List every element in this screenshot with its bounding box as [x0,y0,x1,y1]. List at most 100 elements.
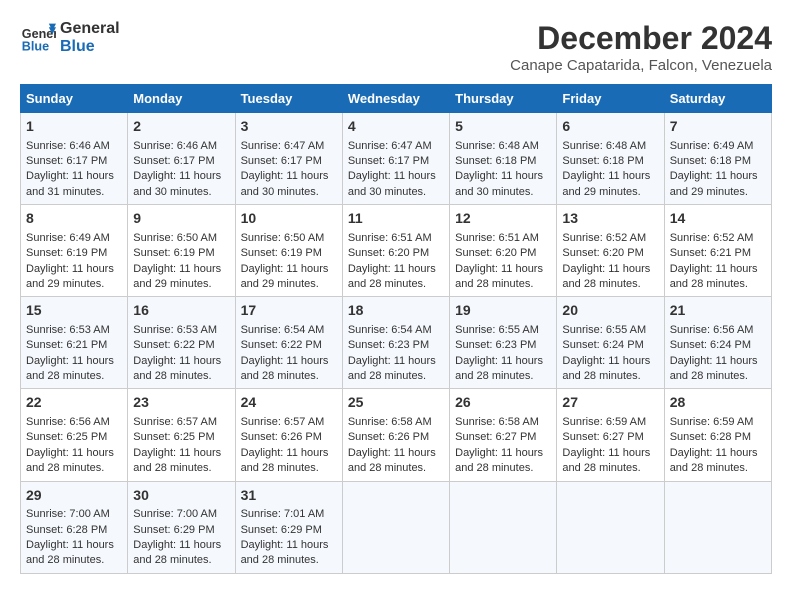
day-number: 23 [133,393,229,413]
daylight-label: Daylight: 11 hours [241,539,329,551]
day-number: 28 [670,393,766,413]
daylight-label: Daylight: 11 hours [348,170,436,182]
daylight-minutes: and 29 minutes. [562,186,640,198]
day-number: 13 [562,209,658,229]
daylight-minutes: and 30 minutes. [348,186,426,198]
sunrise-label: Sunrise: 6:53 AM [133,324,217,336]
calendar-table: Sunday Monday Tuesday Wednesday Thursday… [20,84,772,574]
daylight-label: Daylight: 11 hours [670,355,758,367]
sunset-label: Sunset: 6:20 PM [455,247,536,259]
day-number: 8 [26,209,122,229]
sunrise-label: Sunrise: 6:46 AM [26,140,110,152]
daylight-minutes: and 28 minutes. [562,370,640,382]
sunrise-label: Sunrise: 6:51 AM [348,232,432,244]
sunset-label: Sunset: 6:17 PM [133,155,214,167]
day-cell-8: 8Sunrise: 6:49 AMSunset: 6:19 PMDaylight… [21,205,128,297]
day-number: 9 [133,209,229,229]
sunset-label: Sunset: 6:25 PM [133,431,214,443]
daylight-minutes: and 29 minutes. [133,278,211,290]
sunrise-label: Sunrise: 6:58 AM [348,416,432,428]
sunset-label: Sunset: 6:18 PM [455,155,536,167]
sunrise-label: Sunrise: 6:59 AM [562,416,646,428]
daylight-minutes: and 29 minutes. [670,186,748,198]
sunrise-label: Sunrise: 6:52 AM [670,232,754,244]
day-number: 6 [562,117,658,137]
calendar-week-1: 1Sunrise: 6:46 AMSunset: 6:17 PMDaylight… [21,113,772,205]
day-cell-17: 17Sunrise: 6:54 AMSunset: 6:22 PMDayligh… [235,297,342,389]
day-cell-31: 31Sunrise: 7:01 AMSunset: 6:29 PMDayligh… [235,481,342,573]
day-cell-3: 3Sunrise: 6:47 AMSunset: 6:17 PMDaylight… [235,113,342,205]
day-number: 20 [562,301,658,321]
day-cell-18: 18Sunrise: 6:54 AMSunset: 6:23 PMDayligh… [342,297,449,389]
day-number: 10 [241,209,337,229]
empty-cell [342,481,449,573]
day-cell-15: 15Sunrise: 6:53 AMSunset: 6:21 PMDayligh… [21,297,128,389]
header-sunday: Sunday [21,85,128,113]
empty-cell [557,481,664,573]
sunset-label: Sunset: 6:18 PM [670,155,751,167]
day-cell-16: 16Sunrise: 6:53 AMSunset: 6:22 PMDayligh… [128,297,235,389]
sunset-label: Sunset: 6:21 PM [670,247,751,259]
daylight-minutes: and 28 minutes. [26,370,104,382]
daylight-label: Daylight: 11 hours [670,170,758,182]
sunrise-label: Sunrise: 6:57 AM [133,416,217,428]
day-cell-25: 25Sunrise: 6:58 AMSunset: 6:26 PMDayligh… [342,389,449,481]
day-number: 26 [455,393,551,413]
day-cell-20: 20Sunrise: 6:55 AMSunset: 6:24 PMDayligh… [557,297,664,389]
sunrise-label: Sunrise: 6:48 AM [455,140,539,152]
daylight-minutes: and 28 minutes. [455,370,533,382]
daylight-minutes: and 28 minutes. [133,554,211,566]
day-cell-23: 23Sunrise: 6:57 AMSunset: 6:25 PMDayligh… [128,389,235,481]
sunset-label: Sunset: 6:25 PM [26,431,107,443]
day-number: 29 [26,486,122,506]
page-subtitle: Canape Capatarida, Falcon, Venezuela [510,57,772,74]
day-cell-27: 27Sunrise: 6:59 AMSunset: 6:27 PMDayligh… [557,389,664,481]
daylight-label: Daylight: 11 hours [26,355,114,367]
daylight-label: Daylight: 11 hours [562,170,650,182]
daylight-label: Daylight: 11 hours [241,263,329,275]
sunrise-label: Sunrise: 6:56 AM [670,324,754,336]
daylight-label: Daylight: 11 hours [670,263,758,275]
day-number: 31 [241,486,337,506]
sunset-label: Sunset: 6:20 PM [562,247,643,259]
sunset-label: Sunset: 6:22 PM [133,339,214,351]
logo: General Blue General Blue [20,20,120,56]
daylight-label: Daylight: 11 hours [26,263,114,275]
day-cell-1: 1Sunrise: 6:46 AMSunset: 6:17 PMDaylight… [21,113,128,205]
sunset-label: Sunset: 6:22 PM [241,339,322,351]
day-number: 17 [241,301,337,321]
day-number: 30 [133,486,229,506]
daylight-minutes: and 28 minutes. [670,462,748,474]
sunset-label: Sunset: 6:20 PM [348,247,429,259]
daylight-label: Daylight: 11 hours [348,447,436,459]
sunset-label: Sunset: 6:26 PM [348,431,429,443]
calendar-week-4: 22Sunrise: 6:56 AMSunset: 6:25 PMDayligh… [21,389,772,481]
title-block: December 2024 Canape Capatarida, Falcon,… [510,20,772,74]
daylight-minutes: and 28 minutes. [348,278,426,290]
day-cell-7: 7Sunrise: 6:49 AMSunset: 6:18 PMDaylight… [664,113,771,205]
sunset-label: Sunset: 6:19 PM [241,247,322,259]
daylight-label: Daylight: 11 hours [241,355,329,367]
sunset-label: Sunset: 6:26 PM [241,431,322,443]
daylight-minutes: and 28 minutes. [562,278,640,290]
sunrise-label: Sunrise: 6:49 AM [670,140,754,152]
sunset-label: Sunset: 6:23 PM [455,339,536,351]
day-cell-12: 12Sunrise: 6:51 AMSunset: 6:20 PMDayligh… [450,205,557,297]
daylight-minutes: and 28 minutes. [670,370,748,382]
day-cell-11: 11Sunrise: 6:51 AMSunset: 6:20 PMDayligh… [342,205,449,297]
day-number: 19 [455,301,551,321]
day-cell-4: 4Sunrise: 6:47 AMSunset: 6:17 PMDaylight… [342,113,449,205]
daylight-minutes: and 28 minutes. [455,462,533,474]
sunset-label: Sunset: 6:28 PM [670,431,751,443]
empty-cell [664,481,771,573]
daylight-minutes: and 28 minutes. [241,370,319,382]
header-tuesday: Tuesday [235,85,342,113]
header-saturday: Saturday [664,85,771,113]
daylight-label: Daylight: 11 hours [26,447,114,459]
day-cell-9: 9Sunrise: 6:50 AMSunset: 6:19 PMDaylight… [128,205,235,297]
daylight-label: Daylight: 11 hours [133,355,221,367]
calendar-header-row: Sunday Monday Tuesday Wednesday Thursday… [21,85,772,113]
daylight-label: Daylight: 11 hours [455,447,543,459]
logo-icon: General Blue [20,20,56,56]
daylight-label: Daylight: 11 hours [562,355,650,367]
